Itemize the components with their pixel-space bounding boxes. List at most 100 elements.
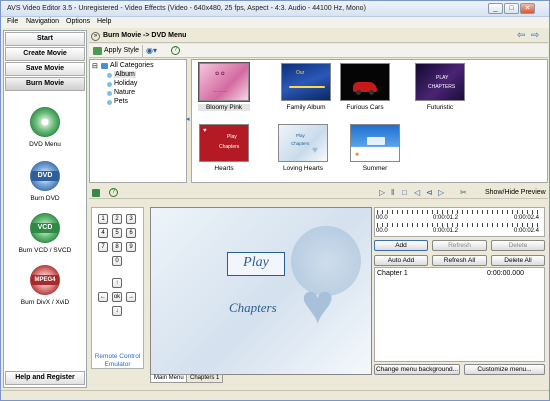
tree-item-pets[interactable]: Pets	[114, 98, 128, 105]
category-tree: ⊟ All Categories Album Holiday Nature Pe…	[89, 59, 187, 183]
list-item[interactable]: Chapter 1 0:00:00.000	[375, 270, 544, 279]
view-icon[interactable]: ◉▾	[146, 46, 157, 55]
title-bar: AVS Video Editor 3.5 - Unregistered - Vi…	[1, 1, 549, 17]
nav-create-movie-button[interactable]: Create Movie	[5, 47, 85, 61]
nav-burn-movie-button[interactable]: Burn Movie	[5, 77, 85, 91]
remote-right-button[interactable]: →	[126, 292, 136, 302]
nav-start-button[interactable]: Start	[5, 32, 85, 46]
apply-style-button[interactable]: Apply Style	[104, 47, 139, 54]
tree-item-holiday[interactable]: Holiday	[114, 80, 137, 87]
style-bloomy-pink[interactable]: ✿ ✿ — — — Bloomy Pink	[198, 62, 250, 111]
add-chapter-button[interactable]: Add	[374, 240, 428, 251]
menu-bar: File Navigation Options Help	[1, 17, 549, 28]
forward-icon[interactable]: ▷	[438, 188, 444, 197]
refresh-all-button[interactable]: Refresh All	[432, 255, 487, 266]
remote-control-emulator: 1 2 3 4 5 6 7 8 9 0 ↑ ← ok → ↓ Remote Co…	[91, 207, 144, 369]
customize-menu-button[interactable]: Customize menu...	[464, 364, 545, 375]
style-family-album[interactable]: Our Family Album	[280, 63, 332, 111]
save-icon[interactable]	[92, 189, 100, 197]
tab-main-menu[interactable]: Main Menu	[150, 374, 188, 383]
status-bar	[1, 390, 549, 400]
preview-toolbar: ? ▷ ‖ □ ◁ ⊲ ▷ ✂ Show/Hide Preview	[89, 187, 548, 199]
style-summer[interactable]: ✺ Summer	[349, 124, 401, 172]
remote-label: Remote Control Emulator	[94, 353, 141, 368]
stop-icon[interactable]: □	[402, 188, 407, 197]
remote-key-6[interactable]: 6	[126, 228, 136, 238]
bullet-icon	[107, 91, 112, 96]
style-furious-cars[interactable]: Furious Cars	[339, 63, 391, 111]
chapters-menu-item[interactable]: Chapters	[229, 300, 277, 316]
menu-options[interactable]: Options	[66, 18, 90, 25]
splitter-arrow-icon[interactable]: ◂	[186, 115, 190, 123]
apply-style-icon	[93, 47, 102, 55]
remote-key-1[interactable]: 1	[98, 214, 108, 224]
remote-key-8[interactable]: 8	[112, 242, 122, 252]
close-button[interactable]: ✕	[520, 3, 535, 14]
dvd-disc-icon: DVD	[30, 161, 60, 191]
change-menu-background-button[interactable]: Change menu background...	[374, 364, 460, 375]
remote-down-button[interactable]: ↓	[112, 306, 122, 316]
remote-key-4[interactable]: 4	[98, 228, 108, 238]
window-title: AVS Video Editor 3.5 - Unregistered - Vi…	[7, 5, 366, 12]
pause-icon[interactable]: ‖	[391, 188, 394, 197]
back-arrow-icon[interactable]: ⇦	[517, 31, 525, 41]
help-icon[interactable]: ?	[109, 188, 118, 197]
delete-all-button[interactable]: Delete All	[491, 255, 545, 266]
burn-dvd-item[interactable]: DVD Burn DVD	[6, 161, 84, 202]
refresh-button[interactable]: Refresh	[432, 240, 487, 251]
frame-icon[interactable]: ⊲	[426, 188, 433, 197]
style-loving-hearts[interactable]: Play Chapters ♥ Loving Hearts	[277, 124, 329, 172]
tree-item-album[interactable]: Album	[114, 71, 136, 78]
help-icon[interactable]: ?	[171, 46, 180, 55]
dvd-menu-item[interactable]: DVD Menu	[6, 107, 84, 148]
play-icon[interactable]: ▷	[379, 188, 385, 197]
bloomy-pink-thumbnail: ✿ ✿ — — —	[198, 62, 250, 102]
nav-save-movie-button[interactable]: Save Movie	[5, 62, 85, 76]
loving-hearts-thumbnail: Play Chapters ♥	[278, 124, 328, 162]
preview-tabs: Main Menu Chapters 1	[150, 374, 372, 383]
remote-key-7[interactable]: 7	[98, 242, 108, 252]
auto-add-button[interactable]: Auto Add	[374, 255, 428, 266]
tree-expander-icon[interactable]: ⊟	[92, 62, 98, 70]
menu-style-gallery: ✿ ✿ — — — Bloomy Pink Our Family Album F…	[191, 59, 548, 183]
style-hearts[interactable]: ♥ Play Chapters Hearts	[198, 124, 250, 172]
style-futuristic[interactable]: PLAY CHAPTERS Futuristic	[414, 63, 466, 111]
help-register-button[interactable]: Help and Register	[5, 371, 85, 385]
style-toolbar: Apply Style ◉▾ ?	[89, 44, 548, 58]
remote-key-5[interactable]: 5	[112, 228, 122, 238]
bullet-icon	[107, 100, 112, 105]
menu-preview: ♥ Play Chapters	[150, 207, 372, 375]
vcd-disc-icon: VCD	[30, 213, 60, 243]
futuristic-thumbnail: PLAY CHAPTERS	[415, 63, 465, 101]
show-hide-preview-button[interactable]: Show/Hide Preview	[485, 189, 546, 196]
collapse-icon[interactable]: »	[91, 32, 100, 41]
menu-file[interactable]: File	[7, 18, 18, 25]
mpeg4-disc-icon: MPEG4	[30, 265, 60, 295]
cut-icon[interactable]: ✂	[460, 188, 467, 197]
remote-ok-button[interactable]: ok	[112, 292, 122, 302]
breadcrumb-bar: » Burn Movie -> DVD Menu ⇦ ⇨	[89, 30, 548, 43]
tree-root[interactable]: All Categories	[110, 62, 154, 69]
remote-key-3[interactable]: 3	[126, 214, 136, 224]
tree-item-nature[interactable]: Nature	[114, 89, 135, 96]
remote-up-button[interactable]: ↑	[112, 278, 122, 288]
play-menu-item[interactable]: Play	[227, 252, 285, 276]
timeline-ruler[interactable]: 00.0 0:00:01.2 0:00:02.4 00.0 0:00:01.2 …	[374, 207, 545, 237]
tab-chapters-1[interactable]: Chapters 1	[186, 374, 224, 383]
dvd-menu-disc-icon	[30, 107, 60, 137]
ruler-ticks	[377, 210, 542, 214]
rewind-icon[interactable]: ◁	[414, 188, 420, 197]
breadcrumb: Burn Movie -> DVD Menu	[103, 32, 187, 39]
minimize-button[interactable]: _	[488, 3, 503, 14]
remote-left-button[interactable]: ←	[98, 292, 108, 302]
remote-key-9[interactable]: 9	[126, 242, 136, 252]
burn-vcd-item[interactable]: VCD Burn VCD / SVCD	[6, 213, 84, 254]
burn-divx-item[interactable]: MPEG4 Burn DivX / XviD	[6, 265, 84, 306]
forward-arrow-icon[interactable]: ⇨	[531, 31, 539, 41]
menu-help[interactable]: Help	[97, 18, 111, 25]
delete-button[interactable]: Delete	[491, 240, 545, 251]
maximize-button[interactable]: □	[504, 3, 519, 14]
menu-navigation[interactable]: Navigation	[26, 18, 59, 25]
remote-key-2[interactable]: 2	[112, 214, 122, 224]
remote-key-0[interactable]: 0	[112, 256, 122, 266]
